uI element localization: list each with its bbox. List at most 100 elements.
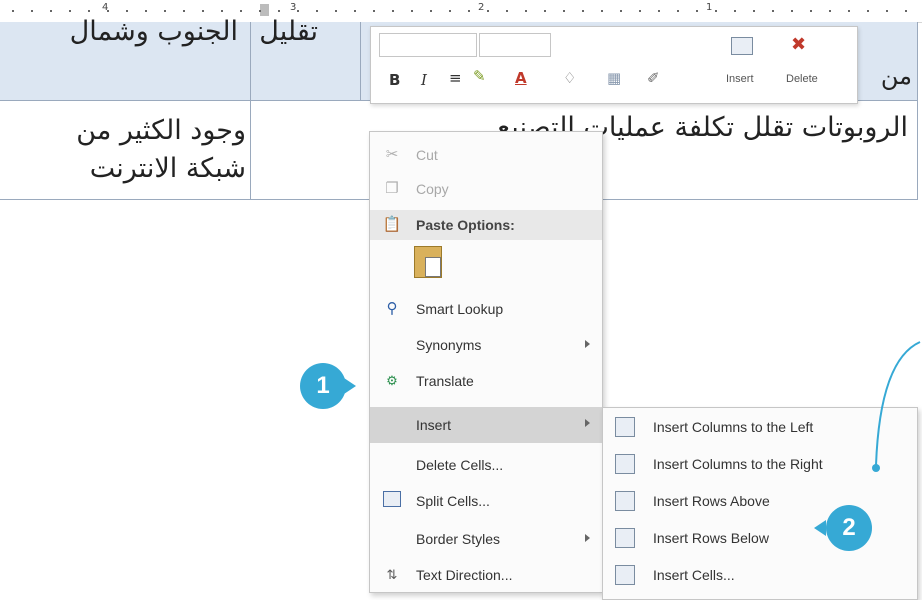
- ruler-number: 3: [290, 2, 297, 13]
- ruler-tick: [734, 10, 736, 12]
- submenu-item-insert-cells[interactable]: Insert Cells...: [603, 556, 917, 593]
- format-painter-icon[interactable]: ✐: [647, 69, 660, 87]
- menu-item-smart-lookup[interactable]: ⚲ Smart Lookup: [370, 292, 602, 326]
- menu-item-border-styles[interactable]: Border Styles: [370, 522, 602, 556]
- ruler-tick: [50, 10, 52, 12]
- submenu-item-label: Insert Columns to the Left: [653, 419, 814, 435]
- ruler-tick: [430, 10, 432, 12]
- submenu-item-insert-rows-above[interactable]: Insert Rows Above: [603, 482, 917, 519]
- align-icon[interactable]: ≡: [449, 69, 462, 87]
- delete-table-icon[interactable]: ✖: [791, 35, 813, 53]
- menu-item-text-direction[interactable]: ⇅ Text Direction...: [370, 558, 602, 592]
- menu-item-label: Insert: [416, 417, 452, 433]
- submenu-item-label: Insert Rows Above: [653, 493, 770, 509]
- ruler-tick: [392, 10, 394, 12]
- ruler-tick: [829, 10, 831, 12]
- submenu-arrow-icon: [585, 340, 590, 348]
- ruler-tick: [544, 10, 546, 12]
- menu-item-split-cells[interactable]: Split Cells...: [370, 484, 602, 518]
- insert-columns-left-icon: [615, 417, 635, 437]
- menu-item-label: Text Direction...: [416, 567, 513, 583]
- borders-icon[interactable]: ▦: [607, 69, 621, 87]
- ruler-tick: [373, 10, 375, 12]
- menu-item-label: Copy: [416, 181, 449, 197]
- ruler-indent-marker[interactable]: [260, 4, 269, 16]
- insert-cells-icon: [615, 565, 635, 585]
- ruler-number: 2: [478, 2, 485, 13]
- table-header-cell: من: [880, 62, 912, 90]
- menu-item-translate[interactable]: ⚙ Translate: [370, 364, 602, 398]
- submenu-arrow-icon: [585, 419, 590, 427]
- ruler-number: 1: [706, 2, 713, 13]
- ruler-tick: [468, 10, 470, 12]
- mini-toolbar: B I ≡ ✎ A ♢ ▦ ✐ Insert ✖ Delete: [370, 26, 858, 104]
- insert-columns-right-icon: [615, 454, 635, 474]
- menu-item-label: Synonyms: [416, 337, 482, 353]
- ruler-tick: [506, 10, 508, 12]
- ruler-tick: [126, 10, 128, 12]
- ruler-tick: [411, 10, 413, 12]
- shading-icon[interactable]: ♢: [563, 69, 576, 87]
- menu-item-synonyms[interactable]: Synonyms: [370, 328, 602, 362]
- ruler-tick: [601, 10, 603, 12]
- ruler-tick: [164, 10, 166, 12]
- paste-keep-text-icon[interactable]: [414, 246, 442, 278]
- ruler-tick: [677, 10, 679, 12]
- menu-item-label: Paste Options:: [416, 217, 515, 233]
- ruler-tick: [297, 10, 299, 12]
- badge-pointer: [814, 520, 826, 536]
- font-name-box[interactable]: [379, 33, 477, 57]
- ruler-tick: [715, 10, 717, 12]
- paste-options-header: 📋 Paste Options:: [370, 210, 602, 240]
- font-color-icon[interactable]: A: [515, 69, 527, 87]
- ruler-tick: [582, 10, 584, 12]
- menu-item-insert[interactable]: Insert: [370, 407, 602, 443]
- ruler-tick: [145, 10, 147, 12]
- table-cell[interactable]: وجود الكثير من شبكة الانترنت: [76, 112, 246, 188]
- ruler-tick: [867, 10, 869, 12]
- ruler-tick: [620, 10, 622, 12]
- ruler-tick: [278, 10, 280, 12]
- menu-item-label: Split Cells...: [416, 493, 490, 509]
- split-cells-icon: [382, 491, 402, 511]
- insert-label[interactable]: Insert: [726, 73, 754, 85]
- submenu-item-label: Insert Rows Below: [653, 530, 769, 546]
- delete-label[interactable]: Delete: [786, 73, 818, 85]
- table-divider: [360, 22, 361, 100]
- bold-button[interactable]: B: [389, 71, 400, 89]
- step-badge-2: 2: [826, 505, 872, 551]
- ruler-tick: [810, 10, 812, 12]
- table-divider: [917, 22, 918, 200]
- menu-item-label: Smart Lookup: [416, 301, 504, 317]
- menu-item-delete-cells[interactable]: Delete Cells...: [370, 448, 602, 482]
- scissors-icon: ✂: [385, 146, 399, 163]
- submenu-item-label: Insert Columns to the Right: [653, 456, 823, 472]
- ruler-tick: [696, 10, 698, 12]
- ruler-tick: [772, 10, 774, 12]
- ruler-tick: [221, 10, 223, 12]
- highlight-icon[interactable]: ✎: [473, 67, 486, 85]
- ruler-tick: [848, 10, 850, 12]
- menu-item-label: Cut: [416, 147, 438, 163]
- insert-rows-below-icon: [615, 528, 635, 548]
- insert-rows-above-icon: [615, 491, 635, 511]
- ruler-tick: [563, 10, 565, 12]
- ruler-tick: [183, 10, 185, 12]
- ruler-tick: [487, 10, 489, 12]
- ruler-tick: [12, 10, 14, 12]
- italic-button[interactable]: I: [421, 71, 427, 89]
- submenu-item-label: Insert Cells...: [653, 567, 735, 583]
- menu-item-copy[interactable]: ❐ Copy: [370, 172, 602, 206]
- ruler-tick: [259, 10, 261, 12]
- copy-icon: ❐: [385, 180, 399, 197]
- ruler-tick: [658, 10, 660, 12]
- ruler-tick: [525, 10, 527, 12]
- ruler-tick: [316, 10, 318, 12]
- table-header-cell: الجنوب وشمال: [69, 16, 238, 47]
- ruler-tick: [449, 10, 451, 12]
- insert-table-icon[interactable]: [731, 37, 753, 55]
- font-size-box[interactable]: [479, 33, 551, 57]
- ruler-tick: [791, 10, 793, 12]
- pointer-arrow: [872, 341, 921, 472]
- menu-item-cut[interactable]: ✂ Cut: [370, 138, 602, 172]
